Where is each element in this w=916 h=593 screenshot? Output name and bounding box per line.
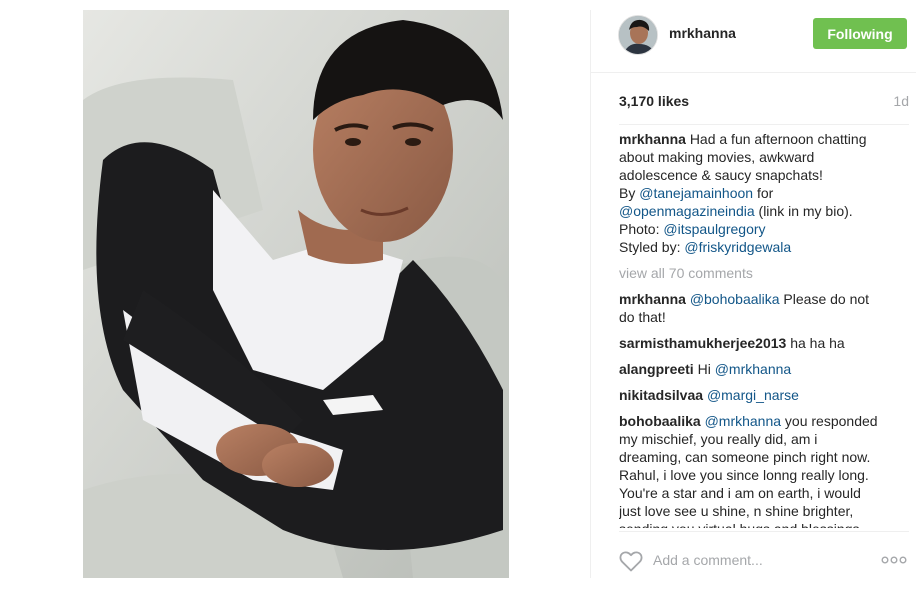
mention-link[interactable]: @friskyridgewala	[684, 239, 791, 255]
likes-count[interactable]: 3,170 likes	[619, 93, 689, 109]
caption-photo-prefix: Photo:	[619, 221, 664, 237]
likes-divider	[619, 124, 909, 125]
comment-item: mrkhanna @bohobaalika Please do not do t…	[619, 290, 881, 326]
caption-by-prefix: By	[619, 185, 640, 201]
comment-username[interactable]: alangpreeti	[619, 361, 694, 377]
post-header: mrkhanna Following	[591, 10, 916, 73]
mention-link[interactable]: @openmagazineindia	[619, 203, 755, 219]
view-all-comments-link[interactable]: view all 70 comments	[619, 264, 881, 282]
heart-icon[interactable]	[619, 550, 643, 572]
comment-username[interactable]: nikitadsilvaa	[619, 387, 703, 403]
post-photo[interactable]	[83, 10, 509, 578]
mention-link[interactable]: @margi_narse	[707, 387, 799, 403]
following-button[interactable]: Following	[813, 18, 907, 49]
post-time[interactable]: 1d	[893, 93, 909, 109]
mention-link[interactable]: @itspaulgregory	[663, 221, 765, 237]
comment-text: you responded my mischief, you really di…	[619, 413, 878, 528]
caption: mrkhanna Had a fun afternoon chatting ab…	[619, 130, 881, 256]
avatar[interactable]	[618, 15, 658, 55]
comments-list[interactable]: mrkhanna Had a fun afternoon chatting ab…	[619, 130, 881, 528]
post-photo-image	[83, 10, 509, 578]
comment-text: Hi	[697, 361, 715, 377]
mention-link[interactable]: @mrkhanna	[715, 361, 791, 377]
comment-item: alangpreeti Hi @mrkhanna	[619, 360, 881, 378]
comment-text: ha ha ha	[790, 335, 845, 351]
comment-item: bohobaalika @mrkhanna you responded my m…	[619, 412, 881, 528]
mention-link[interactable]: @mrkhanna	[705, 413, 781, 429]
post-side-panel: mrkhanna Following 3,170 likes 1d mrkhan…	[591, 10, 916, 578]
caption-link-text: (link in my bio).	[754, 203, 853, 219]
post-username[interactable]: mrkhanna	[669, 25, 736, 41]
comment-item: nikitadsilvaa @margi_narse	[619, 386, 881, 404]
mention-link[interactable]: @bohobaalika	[690, 291, 780, 307]
more-options-icon[interactable]	[881, 555, 907, 565]
comment-item: sarmisthamukherjee2013 ha ha ha	[619, 334, 881, 352]
comment-bar-divider	[619, 531, 909, 532]
caption-styled-prefix: Styled by:	[619, 239, 685, 255]
likes-row: 3,170 likes 1d	[619, 93, 909, 111]
add-comment-input[interactable]	[653, 548, 863, 572]
avatar-image	[619, 16, 657, 54]
caption-for-text: for	[753, 185, 774, 201]
comment-username[interactable]: sarmisthamukherjee2013	[619, 335, 786, 351]
comment-username[interactable]: bohobaalika	[619, 413, 701, 429]
caption-username[interactable]: mrkhanna	[619, 131, 686, 147]
comment-username[interactable]: mrkhanna	[619, 291, 686, 307]
mention-link[interactable]: @tanejamainhoon	[639, 185, 753, 201]
